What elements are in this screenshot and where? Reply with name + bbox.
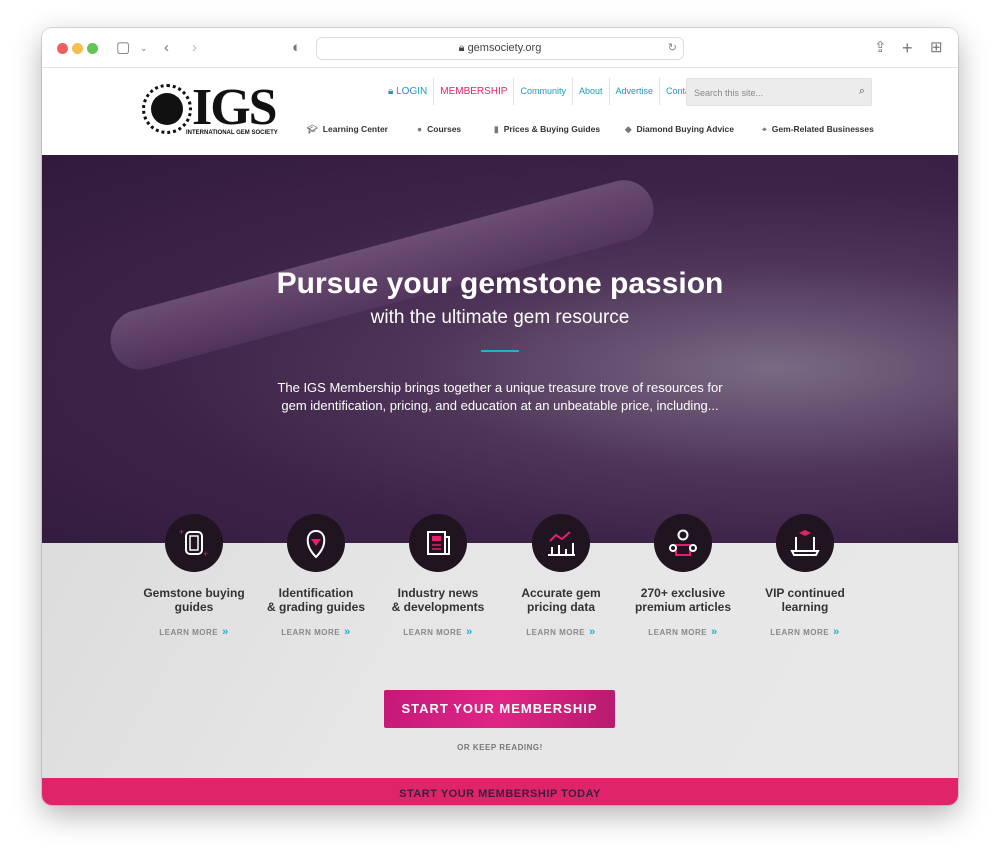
feature-item: Accurate gem pricing data LEARN MORE» [491, 514, 631, 638]
nav-label: Diamond Buying Advice [636, 124, 734, 134]
gemstone-icon: + + [165, 514, 223, 572]
reload-icon[interactable]: ↻ [668, 38, 677, 59]
learn-more-link[interactable]: LEARN MORE» [613, 626, 753, 638]
learn-more-link[interactable]: LEARN MORE» [124, 626, 264, 638]
maximize-button[interactable] [87, 43, 98, 54]
feature-title: Identification & grading guides [266, 586, 365, 614]
svg-text:+: + [203, 549, 208, 559]
about-link[interactable]: About [573, 78, 610, 105]
browser-toolbar: ▢ ⌄ ‹ › ◐ 🔒︎ gemsociety.org ↻ ⇪ + ⊞ [42, 28, 958, 68]
feature-item: VIP continued learning LEARN MORE» [735, 514, 875, 638]
membership-today-banner[interactable]: START YOUR MEMBERSHIP TODAY [42, 778, 958, 805]
igs-logo[interactable]: IGS INTERNATIONAL GEM SOCIETY [142, 79, 282, 140]
price-tag-icon: ▮ [494, 124, 499, 134]
minimize-button[interactable] [72, 43, 83, 54]
map-pin-icon: ⌖ [762, 124, 767, 134]
laptop-cap-icon [776, 514, 834, 572]
url-text: gemsociety.org [467, 42, 542, 54]
feature-title: VIP continued learning [765, 586, 845, 614]
divider [481, 350, 519, 352]
learn-more-link[interactable]: LEARN MORE» [735, 626, 875, 638]
feature-item: Industry news & developments LEARN MORE» [368, 514, 508, 638]
nav-courses[interactable]: ● Courses [417, 124, 461, 134]
diamond-icon: ◆ [625, 124, 632, 134]
double-chevron-icon: » [711, 626, 718, 638]
nav-learning-center[interactable]: 🎓︎ Learning Center [307, 124, 388, 135]
hero-section: Pursue your gemstone passion with the ul… [42, 155, 958, 543]
nav-label: Prices & Buying Guides [503, 124, 601, 134]
share-icon[interactable]: ⇪ [874, 39, 887, 57]
double-chevron-icon: » [222, 626, 229, 638]
site-header: IGS INTERNATIONAL GEM SOCIETY 🔒︎ LOGIN M… [42, 68, 958, 155]
feature-title: Industry news & developments [391, 586, 485, 614]
search-placeholder: Search this site... [694, 88, 764, 98]
learn-more-link[interactable]: LEARN MORE» [246, 626, 386, 638]
logo-seal [142, 84, 192, 134]
chart-icon [532, 514, 590, 572]
advertise-link[interactable]: Advertise [610, 78, 661, 105]
membership-link[interactable]: MEMBERSHIP [434, 78, 515, 105]
nav-label: Courses [427, 124, 462, 134]
nav-label: Learning Center [322, 124, 388, 134]
top-links: 🔒︎ LOGIN MEMBERSHIP Community About Adve… [382, 78, 703, 105]
login-label: LOGIN [396, 86, 428, 97]
tab-overview-icon[interactable]: ⊞ [930, 39, 943, 57]
shield-icon[interactable]: ◐ [292, 39, 301, 57]
nav-prices[interactable]: ▮ Prices & Buying Guides [494, 124, 600, 135]
reader-icon [654, 514, 712, 572]
feature-item: Identification & grading guides LEARN MOR… [246, 514, 386, 638]
nav-label: Gem-Related Businesses [771, 124, 874, 134]
feature-item: 270+ exclusive premium articles LEARN MOR… [613, 514, 753, 638]
gem-icon: ● [417, 124, 423, 134]
learn-more-link[interactable]: LEARN MORE» [368, 626, 508, 638]
feature-title: Gemstone buying guides [143, 586, 245, 614]
gem-pin-icon [287, 514, 345, 572]
login-link[interactable]: 🔒︎ LOGIN [382, 78, 435, 105]
feature-title: Accurate gem pricing data [521, 586, 601, 614]
search-icon[interactable]: ⌕ [859, 85, 865, 98]
back-icon[interactable]: ‹ [164, 39, 169, 57]
chevron-down-icon[interactable]: ⌄ [140, 39, 148, 57]
learn-more-link[interactable]: LEARN MORE» [491, 626, 631, 638]
browser-window: ▢ ⌄ ‹ › ◐ 🔒︎ gemsociety.org ↻ ⇪ + ⊞ IGS I… [42, 28, 958, 805]
close-button[interactable] [57, 43, 68, 54]
newspaper-icon [409, 514, 467, 572]
forward-icon[interactable]: › [192, 39, 197, 57]
search-input[interactable]: Search this site... ⌕ [686, 78, 872, 106]
community-link[interactable]: Community [514, 78, 573, 105]
hero-description: The IGS Membership brings together a uni… [277, 380, 723, 413]
double-chevron-icon: » [589, 626, 596, 638]
feature-item: + + Gemstone buying guides LEARN MORE» [124, 514, 264, 638]
hero-subtitle: with the ultimate gem resource [370, 307, 630, 328]
new-tab-icon[interactable]: + [902, 39, 913, 57]
start-membership-button[interactable]: START YOUR MEMBERSHIP [384, 690, 615, 728]
nav-diamond-advice[interactable]: ◆ Diamond Buying Advice [625, 124, 734, 135]
double-chevron-icon: » [344, 626, 351, 638]
svg-text:+: + [179, 527, 184, 537]
hero-title: Pursue your gemstone passion [276, 267, 724, 300]
double-chevron-icon: » [833, 626, 840, 638]
graduation-cap-icon: 🎓︎ [307, 124, 318, 134]
address-bar[interactable]: 🔒︎ gemsociety.org ↻ [316, 37, 684, 60]
nav-businesses[interactable]: ⌖ Gem-Related Businesses [762, 124, 874, 135]
sidebar-icon[interactable]: ▢ [116, 39, 130, 57]
lock-icon: 🔒︎ [388, 86, 397, 97]
keep-reading-link[interactable]: OR KEEP READING! [42, 743, 958, 752]
double-chevron-icon: » [466, 626, 473, 638]
lock-icon: 🔒︎ [458, 42, 468, 54]
feature-title: 270+ exclusive premium articles [634, 586, 732, 614]
